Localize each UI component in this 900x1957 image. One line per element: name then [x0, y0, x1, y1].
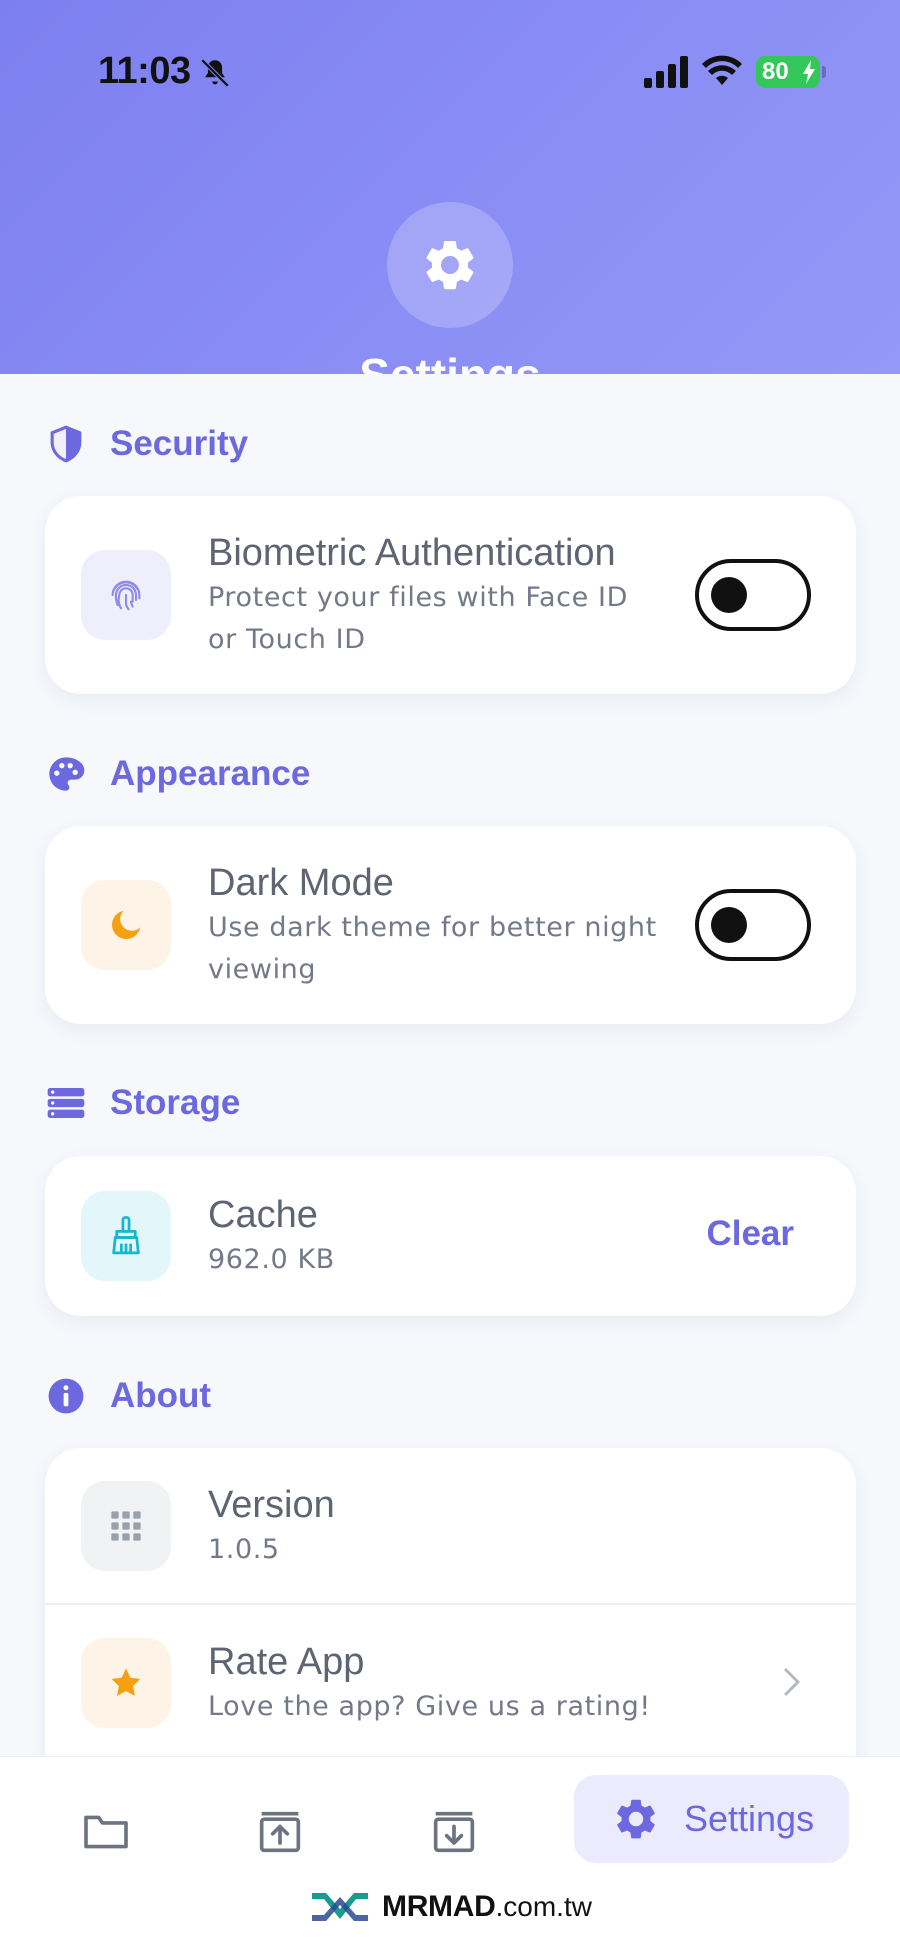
clear-cache-button[interactable]: Clear	[706, 1214, 794, 1254]
header-gear-badge	[387, 202, 513, 328]
version-value: 1.0.5	[208, 1533, 280, 1565]
section-header-storage: Storage	[46, 1081, 240, 1125]
biometric-text: Biometric Authentication Protect your fi…	[208, 529, 628, 661]
dark-mode-tile	[81, 880, 171, 970]
watermark-domain: .com.tw	[495, 1891, 592, 1922]
battery-tip	[822, 66, 826, 78]
row-version: Version 1.0.5	[45, 1448, 856, 1603]
cache-text: Cache 962.0 KB	[208, 1191, 335, 1281]
tab-bar: Settings MRMAD .com.tw	[0, 1756, 900, 1957]
toggle-knob	[711, 577, 747, 613]
biometric-tile	[81, 550, 171, 640]
cache-title: Cache	[208, 1194, 318, 1236]
battery-indicator: 80	[756, 56, 820, 88]
section-label: Appearance	[110, 754, 311, 793]
bell-off-icon	[200, 58, 230, 88]
chevron-right-icon	[784, 1668, 800, 1696]
toggle-knob	[711, 907, 747, 943]
card-security: Biometric Authentication Protect your fi…	[45, 496, 856, 694]
card-storage: Cache 962.0 KB Clear	[45, 1156, 856, 1316]
dark-mode-subtitle-line1: Use dark theme for better night	[208, 912, 657, 943]
rate-title: Rate App	[208, 1640, 365, 1683]
dark-mode-toggle[interactable]	[695, 889, 811, 961]
card-appearance: Dark Mode Use dark theme for better nigh…	[45, 826, 856, 1024]
wifi-icon	[702, 55, 742, 85]
section-label: About	[110, 1376, 212, 1415]
cache-size: 962.0 KB	[208, 1244, 335, 1275]
download-icon	[433, 1811, 475, 1853]
dark-mode-text: Dark Mode Use dark theme for better nigh…	[208, 859, 657, 991]
tab-settings[interactable]: Settings	[574, 1775, 849, 1863]
charging-bolt-icon	[803, 60, 815, 84]
section-label: Security	[110, 424, 249, 463]
version-title: Version	[208, 1483, 335, 1526]
folder-icon	[84, 1815, 128, 1849]
broom-icon	[112, 1216, 140, 1255]
settings-icon	[617, 1799, 655, 1839]
rate-subtitle: Love the app? Give us a rating!	[208, 1690, 651, 1722]
biometric-subtitle-line2: or Touch ID	[208, 624, 366, 655]
mrmad-logo-icon	[312, 1893, 368, 1921]
shield-icon	[46, 424, 86, 464]
section-header-security: Security	[46, 422, 248, 466]
row-biometric: Biometric Authentication Protect your fi…	[45, 496, 856, 694]
card-about: Version 1.0.5 Rate App Love the app? Giv…	[45, 1448, 856, 1788]
biometric-subtitle-line1: Protect your files with Face ID	[208, 582, 628, 613]
dark-mode-subtitle-line2: viewing	[208, 954, 317, 985]
status-time: 11:03	[98, 50, 191, 92]
row-dark-mode: Dark Mode Use dark theme for better nigh…	[45, 826, 856, 1024]
palette-icon	[46, 754, 86, 794]
rate-text: Rate App Love the app? Give us a rating!	[208, 1638, 651, 1728]
info-icon	[46, 1376, 86, 1416]
moon-icon	[111, 910, 141, 940]
tab-files[interactable]	[80, 1803, 132, 1861]
cache-tile	[81, 1191, 171, 1281]
tab-download[interactable]	[428, 1803, 480, 1861]
tab-settings-label: Settings	[684, 1798, 815, 1839]
fingerprint-icon	[111, 580, 141, 611]
row-cache: Cache 962.0 KB Clear	[45, 1156, 856, 1316]
tab-upload[interactable]	[254, 1803, 306, 1861]
rate-tile	[81, 1637, 171, 1728]
page-title: Settings	[0, 348, 900, 374]
section-header-about: About	[46, 1374, 211, 1418]
watermark: MRMAD .com.tw	[310, 1885, 592, 1929]
biometric-toggle[interactable]	[695, 559, 811, 631]
upload-icon	[259, 1811, 301, 1853]
gear-icon	[426, 240, 474, 290]
row-rate-app[interactable]: Rate App Love the app? Give us a rating!	[45, 1605, 856, 1760]
section-label: Storage	[110, 1083, 241, 1122]
cellular-signal-icon	[644, 56, 688, 88]
battery-level: 80	[762, 58, 789, 85]
watermark-brand: MRMAD	[382, 1890, 496, 1923]
version-text: Version 1.0.5	[208, 1481, 335, 1571]
status-bar: 11:03 80	[0, 0, 900, 150]
storage-icon	[46, 1083, 86, 1123]
star-icon	[111, 1668, 141, 1696]
biometric-title: Biometric Authentication	[208, 532, 616, 574]
dark-mode-title: Dark Mode	[208, 862, 394, 904]
header: 11:03 80 Settings	[0, 0, 900, 374]
grid-icon	[111, 1510, 141, 1541]
version-tile	[81, 1480, 171, 1571]
section-header-appearance: Appearance	[46, 752, 310, 796]
